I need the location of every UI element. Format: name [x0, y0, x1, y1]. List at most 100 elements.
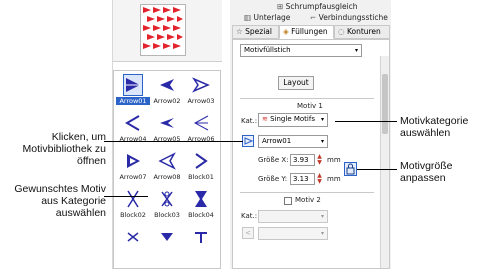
- layout-button[interactable]: Layout: [278, 76, 314, 90]
- motif-item[interactable]: Block04: [184, 187, 218, 221]
- shrink-comp-icon: ⊞: [277, 2, 286, 11]
- motif-label: Arrow08: [153, 173, 181, 181]
- panel-scrollbar[interactable]: [380, 56, 389, 268]
- motif-label: Block04: [188, 211, 214, 219]
- block02-icon: [127, 190, 139, 208]
- desired-motif-note: Gewunschtes Motiv aus Kategorie auswähle…: [4, 183, 106, 219]
- chevron-down-icon: ▾: [354, 47, 358, 54]
- click-library-line-3: öffnen: [76, 155, 106, 167]
- size-x-label: Größe X:: [258, 156, 289, 164]
- fill-type-select[interactable]: Motivfüllstich ▾: [240, 44, 362, 57]
- arrow03-icon: [192, 77, 210, 93]
- motif-preview: [140, 4, 186, 56]
- motif-item[interactable]: Block03: [150, 187, 184, 221]
- preview-pattern: [143, 7, 183, 49]
- size-y-label: Größe Y:: [258, 175, 288, 183]
- motif-item[interactable]: Arrow02: [150, 73, 184, 107]
- category2-select[interactable]: ▾: [258, 210, 328, 223]
- connecting-label: Verbindungsstiche: [318, 13, 388, 22]
- motif-size-line-1: Motivgröße: [400, 160, 453, 172]
- motif-item-partial[interactable]: [184, 225, 218, 259]
- shrink-comp-label: Schrumpfausgleich: [285, 2, 358, 11]
- desired-motif-line-3: auswählen: [55, 207, 106, 219]
- connecting-icon: ⌐: [310, 13, 319, 22]
- block07-icon: [195, 232, 207, 243]
- tab-fills-label: Füllungen: [291, 27, 328, 36]
- motif-category-note: Motivkategorie auswählen: [400, 115, 468, 139]
- category-select[interactable]: ≋ Single Motifs ▾: [258, 113, 328, 127]
- click-library-line-2: Motivbibliothek zu: [22, 143, 106, 155]
- block04-icon: [195, 191, 207, 207]
- motif-value: Arrow01: [262, 137, 292, 145]
- motif2-checkbox[interactable]: [284, 197, 292, 205]
- block06-icon: [161, 233, 173, 241]
- library2-button[interactable]: <: [242, 227, 254, 239]
- motif-item[interactable]: Arrow08: [150, 149, 184, 183]
- connecting-stitches-tab[interactable]: ⌐ Verbindungsstiche: [310, 13, 388, 22]
- scrollbar-thumb[interactable]: [382, 74, 388, 134]
- motif-label: Block01: [188, 173, 214, 181]
- motif-item[interactable]: Arrow03: [184, 73, 218, 107]
- chevron-down-icon: ▾: [320, 213, 324, 220]
- motif-category-line-2: auswählen: [400, 127, 451, 139]
- motif1-title: Motiv 1: [297, 102, 323, 110]
- tab-special[interactable]: ☆ Spezial: [232, 25, 279, 39]
- library-button[interactable]: [242, 135, 254, 147]
- layout-label: Layout: [283, 78, 309, 87]
- motif-item[interactable]: Block02: [116, 187, 150, 221]
- star-icon: ☆: [236, 27, 243, 36]
- fill-icon: ◈: [283, 27, 289, 36]
- motif-label: Arrow07: [119, 173, 147, 181]
- chevron-down-icon: ▾: [320, 116, 324, 123]
- arrow05-icon: [160, 118, 174, 128]
- block03-icon: [161, 191, 173, 207]
- motif-item[interactable]: Arrow01: [116, 73, 150, 107]
- motif-item[interactable]: Arrow05: [150, 111, 184, 145]
- motif-item[interactable]: Arrow07: [116, 149, 150, 183]
- leader-line-motif: [104, 196, 148, 197]
- tab-special-label: Spezial: [245, 27, 272, 36]
- motif-size-note: Motivgröße anpassen: [400, 160, 453, 184]
- motif-label: Block02: [120, 211, 146, 219]
- underlay-tab[interactable]: ▥ Unterlage: [244, 13, 290, 22]
- arrow-right-icon: [244, 137, 253, 145]
- size-y-input[interactable]: 3.13: [290, 173, 315, 185]
- tab-outlines-label: Konturen: [346, 27, 381, 36]
- motif2-title: Motiv 2: [295, 196, 321, 204]
- motif-item-partial[interactable]: [150, 225, 184, 259]
- chevron-down-icon: ▾: [320, 138, 324, 145]
- arrow01-icon: [123, 74, 143, 96]
- motif-item[interactable]: Arrow04: [116, 111, 150, 145]
- arrow07-icon: [127, 154, 140, 168]
- motif-select[interactable]: Arrow01 ▾: [258, 135, 328, 148]
- lock-icon: [346, 163, 355, 175]
- motif-library-list[interactable]: Arrow01 Arrow02 Arrow03 Arrow04 Arrow05 …: [113, 70, 221, 269]
- leader-line-size: [357, 169, 397, 170]
- motif-category-line-1: Motivkategorie: [400, 115, 469, 127]
- arrow04-icon: [125, 115, 140, 131]
- motif-size-line-2: anpassen: [400, 172, 446, 184]
- size-y-spinner[interactable]: ▲ ▼: [316, 173, 323, 185]
- tab-outlines[interactable]: ◌ Konturen: [334, 25, 390, 39]
- single-motifs-icon: ≋: [262, 115, 268, 123]
- motif-item-partial[interactable]: [116, 225, 150, 259]
- click-library-note: Klicken, um Motivbibliothek zu öffnen: [4, 131, 106, 167]
- motif2-select[interactable]: ▾: [258, 227, 328, 240]
- motif-item[interactable]: Block01: [184, 149, 218, 183]
- motif-item[interactable]: Arrow06: [184, 111, 218, 145]
- size-x-spinner[interactable]: ▲ ▼: [316, 154, 323, 166]
- desired-motif-line-1: Gewunschtes Motiv: [14, 183, 106, 195]
- shrink-comp-tab[interactable]: ⊞ Schrumpfausgleich: [277, 2, 358, 11]
- lock-ratio-button[interactable]: [344, 162, 357, 176]
- underlay-label: Unterlage: [253, 13, 291, 22]
- desired-motif-line-2: aus Kategorie: [41, 195, 106, 207]
- size-x-input[interactable]: 3.93: [290, 154, 315, 166]
- category2-label: Kat.:: [241, 212, 258, 220]
- motif-label: Arrow02: [153, 97, 181, 105]
- motif-label: Block03: [154, 211, 180, 219]
- fill-type-value: Motivfüllstich: [244, 46, 291, 54]
- tab-fills[interactable]: ◈ Füllungen: [279, 25, 334, 39]
- outline-icon: ◌: [338, 27, 345, 36]
- leader-line-category: [335, 121, 397, 122]
- chevron-down-icon: ▾: [320, 230, 324, 237]
